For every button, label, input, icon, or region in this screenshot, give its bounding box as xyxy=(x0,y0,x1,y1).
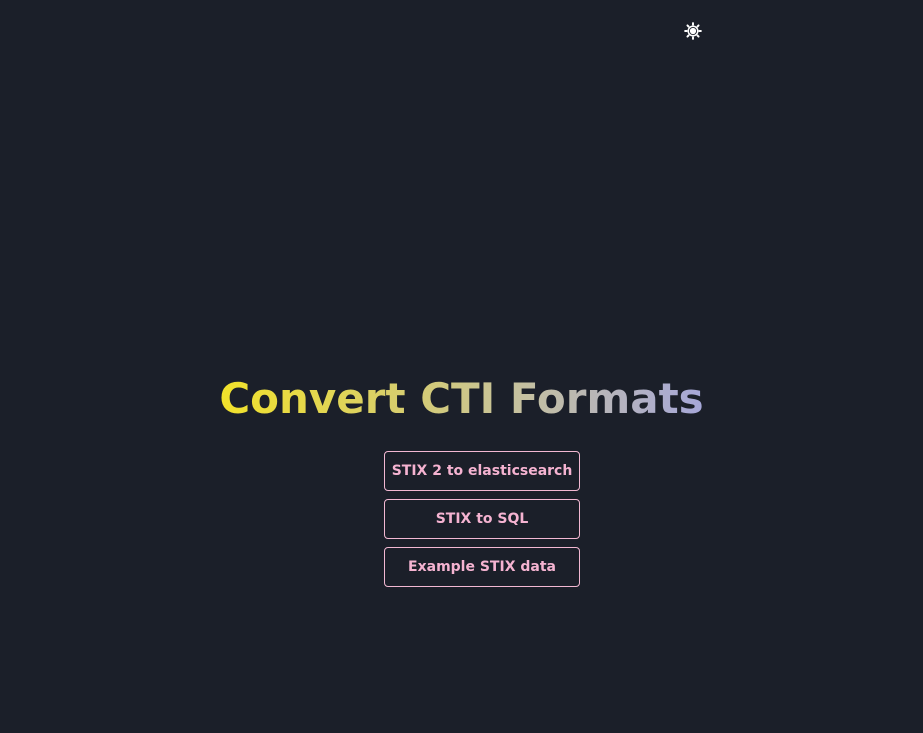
page-title: Convert CTI Formats xyxy=(219,370,703,428)
converter-links: STIX 2 to elasticsearch STIX to SQL Exam… xyxy=(384,451,580,587)
sun-icon xyxy=(684,22,702,40)
stix-to-sql-button[interactable]: STIX to SQL xyxy=(384,499,580,539)
hero: Convert CTI Formats xyxy=(0,370,923,428)
page: Convert CTI Formats STIX 2 to elasticsea… xyxy=(0,0,923,733)
example-stix-data-button[interactable]: Example STIX data xyxy=(384,547,580,587)
stix2-to-elasticsearch-button[interactable]: STIX 2 to elasticsearch xyxy=(384,451,580,491)
theme-toggle-button[interactable] xyxy=(683,21,703,41)
